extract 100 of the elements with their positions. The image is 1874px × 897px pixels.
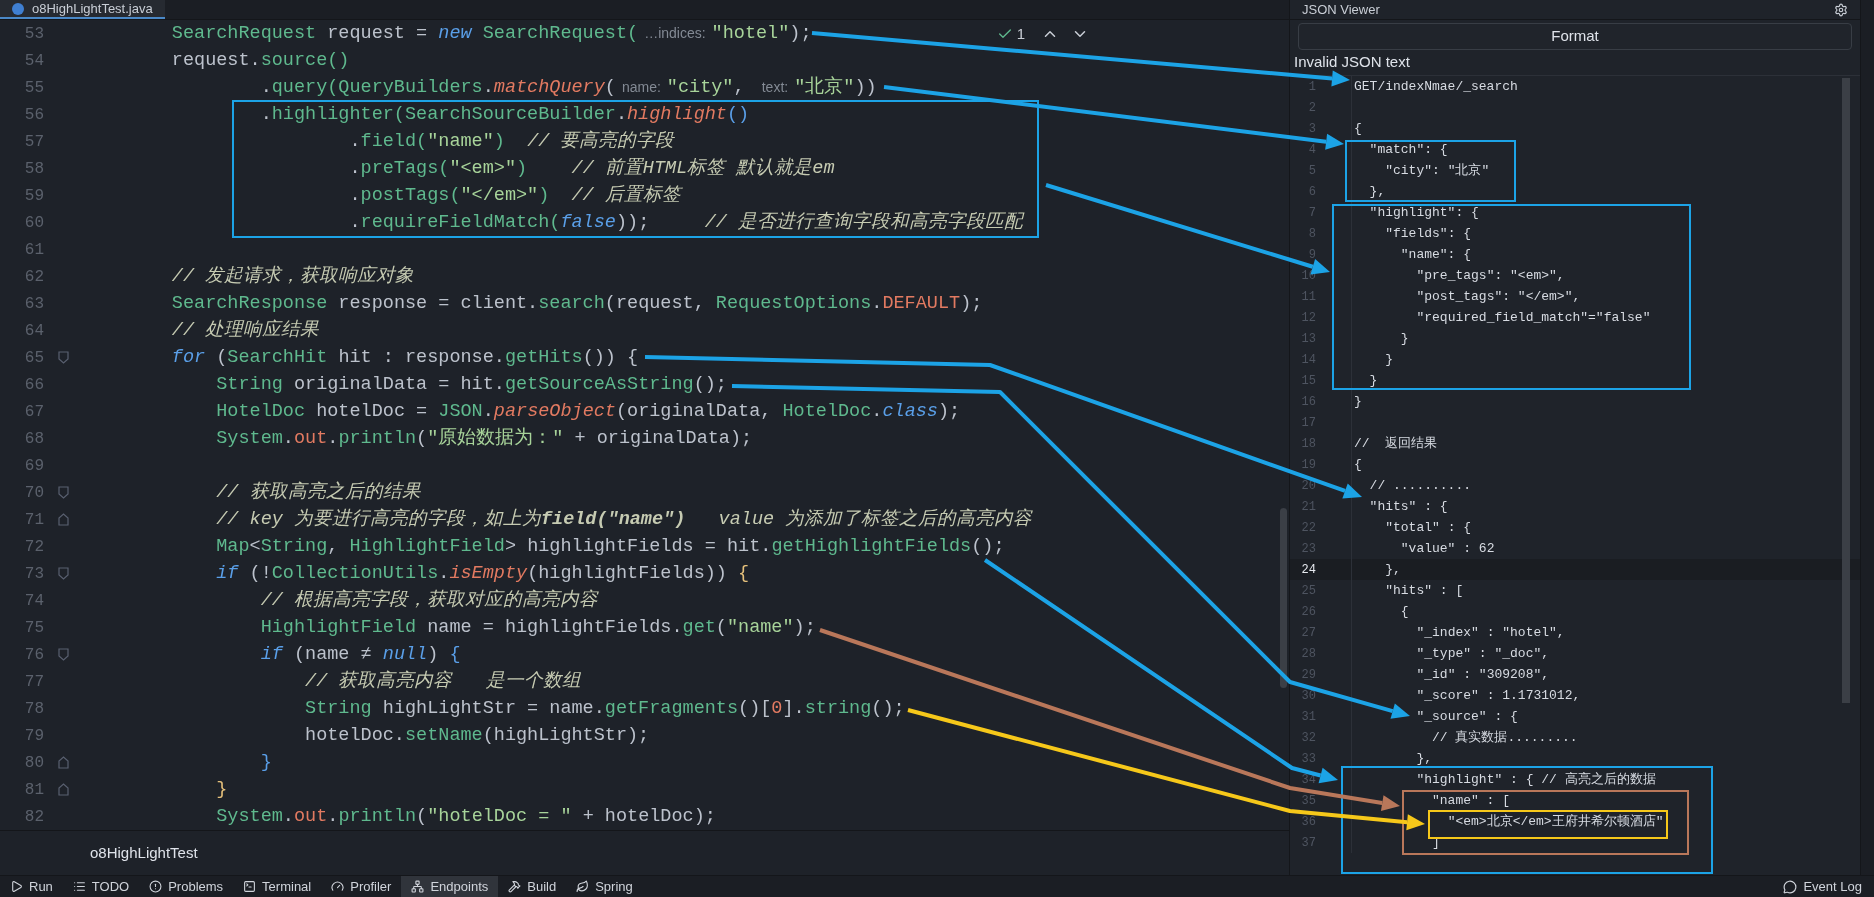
tab-title: o8HighLightTest.java — [32, 0, 153, 18]
tool-window-button[interactable]: Profiler — [321, 876, 402, 897]
fold-icon[interactable] — [58, 513, 69, 526]
code-line: .query(QueryBuilders.matchQuery( name: "city", text: "北京")) — [260, 75, 877, 100]
speech-bubble-icon — [1783, 879, 1798, 894]
tool-window-button[interactable]: Terminal — [233, 876, 322, 897]
play-icon — [10, 880, 23, 893]
fold-icon[interactable] — [58, 486, 69, 499]
gauge-icon — [331, 880, 345, 893]
code-line: request.source() — [171, 48, 350, 73]
line-number: 76 — [23, 644, 44, 666]
code-line: "hits" : { — [1369, 497, 1448, 516]
scrollbar[interactable] — [1842, 78, 1850, 703]
scrollbar[interactable] — [1280, 508, 1287, 688]
line-number: 67 — [23, 401, 44, 423]
fold-icon[interactable] — [58, 648, 69, 661]
code-line: "highlight" : { // 高亮之后的数据 — [1416, 770, 1656, 789]
hammer-icon — [508, 880, 522, 893]
code-line: "match": { — [1369, 140, 1448, 159]
line-number: 55 — [23, 77, 44, 99]
code-line: }, — [1385, 560, 1401, 579]
line-number: 65 — [23, 347, 44, 369]
code-line: }, — [1416, 749, 1433, 768]
line-number: 62 — [23, 266, 44, 288]
code-line: Map<String, HighlightField> highlightFields = hit.getHighlightFields(); — [216, 534, 1005, 559]
code-line: // 真实数据......... — [1432, 728, 1578, 747]
code-line: // key 为要进行高亮的字段，如上为field("name") value 为添加了标签之后的高亮内容 — [216, 507, 1033, 532]
event-log-button[interactable]: Event Log — [1771, 876, 1874, 897]
terminal-icon — [243, 880, 257, 893]
code-line: { — [1354, 119, 1362, 138]
code-line: { — [1400, 602, 1409, 621]
code-line: // 返回结果 — [1354, 434, 1438, 453]
tool-window-button[interactable]: Endpoints — [401, 876, 499, 897]
code-line: "hits" : [ — [1385, 581, 1464, 600]
code-line: // 处理响应结果 — [171, 318, 320, 343]
code-line: "required_field_match"="false" — [1416, 308, 1651, 327]
code-line: "_score" : 1.1731012, — [1416, 686, 1581, 705]
code-line: // 发起请求，获取响应对象 — [171, 264, 415, 289]
code-line: hotelDoc.setName(highLightStr); — [305, 723, 650, 748]
code-line: } — [1385, 350, 1394, 369]
code-line: if (!CollectionUtils.isEmpty(highlightFields)) { — [216, 561, 750, 586]
status-text: Invalid JSON text — [1294, 52, 1410, 73]
line-number: 71 — [23, 509, 44, 531]
tool-window-button[interactable]: Spring — [566, 876, 643, 897]
code-line: "fields": { — [1385, 224, 1472, 243]
line-number: 79 — [23, 725, 44, 747]
code-line: "total" : { — [1385, 518, 1472, 537]
line-number: 81 — [23, 779, 44, 801]
code-line: System.out.println("hotelDoc = " + hotelDoc); — [216, 804, 716, 829]
code-line: } — [1354, 392, 1362, 411]
code-line: for (SearchHit hit : response.getHits()) { — [171, 345, 639, 370]
code-line: } — [1400, 329, 1409, 348]
line-number: 61 — [23, 239, 44, 261]
code-line: GET/indexNmae/_search — [1354, 77, 1518, 96]
tool-window-button[interactable]: Build — [498, 876, 567, 897]
line-number: 68 — [23, 428, 44, 450]
line-number: 80 — [23, 752, 44, 774]
code-line: if (name ≠ null) { — [260, 642, 461, 667]
tool-window-button[interactable]: Problems — [139, 876, 234, 897]
editor-tab[interactable]: o8HighLightTest.java — [0, 0, 165, 19]
line-number: 63 — [23, 293, 44, 315]
code-line: SearchRequest request = new SearchRequest( …indices: "hotel"); — [171, 21, 812, 46]
code-line: // .......... — [1369, 476, 1472, 495]
line-number: 73 — [23, 563, 44, 585]
format-button[interactable]: Format — [1298, 23, 1852, 50]
tool-window-button[interactable]: Run — [0, 876, 63, 897]
code-line: String originalData = hit.getSourceAsString(); — [216, 372, 727, 397]
line-number: 82 — [23, 806, 44, 828]
code-line: } — [260, 750, 272, 775]
code-line: "<em>北京</em>王府井希尔顿酒店" — [1447, 812, 1664, 831]
code-line: "_id" : "309208", — [1416, 665, 1550, 684]
settings-icon[interactable] — [1834, 2, 1848, 17]
alert-icon — [149, 880, 163, 893]
fold-icon[interactable] — [58, 756, 69, 769]
fold-icon[interactable] — [58, 567, 69, 580]
line-number: 66 — [23, 374, 44, 396]
line-number: 64 — [23, 320, 44, 342]
code-line: // 获取高亮内容 是一个数组 — [305, 669, 581, 694]
code-line: .field("name") // 要高亮的字段 — [349, 129, 675, 154]
line-number: 56 — [23, 104, 44, 126]
run-tab-title[interactable]: o8HighLightTest — [90, 841, 198, 865]
code-line: SearchResponse response = client.search(request, RequestOptions.DEFAULT); — [171, 291, 983, 316]
code-line: "_index" : "hotel", — [1416, 623, 1565, 642]
tool-window-button[interactable]: TODO — [62, 876, 140, 897]
code-line: "city": "北京" — [1385, 161, 1490, 180]
line-number: 70 — [23, 482, 44, 504]
fold-icon[interactable] — [58, 351, 69, 364]
code-line: "highlight": { — [1369, 203, 1479, 222]
code-line: HighlightField name = highlightFields.get("name"); — [260, 615, 816, 640]
code-line: "value" : 62 — [1400, 539, 1495, 558]
fold-icon[interactable] — [58, 783, 69, 796]
inspection-widget[interactable]: 1 — [996, 23, 1089, 46]
code-line: }, — [1369, 182, 1386, 201]
panel-title: JSON Viewer — [1302, 0, 1380, 19]
code-line: "_source" : { — [1416, 707, 1518, 726]
code-line: .postTags("</em>") // 后置标签 — [349, 183, 681, 208]
line-number: 78 — [23, 698, 44, 720]
code-line: { — [1354, 455, 1362, 474]
code-line: // 根据高亮字段，获取对应的高亮内容 — [260, 588, 598, 613]
code-line: HotelDoc hotelDoc = JSON.parseObject(originalData, HotelDoc.class); — [216, 399, 961, 424]
